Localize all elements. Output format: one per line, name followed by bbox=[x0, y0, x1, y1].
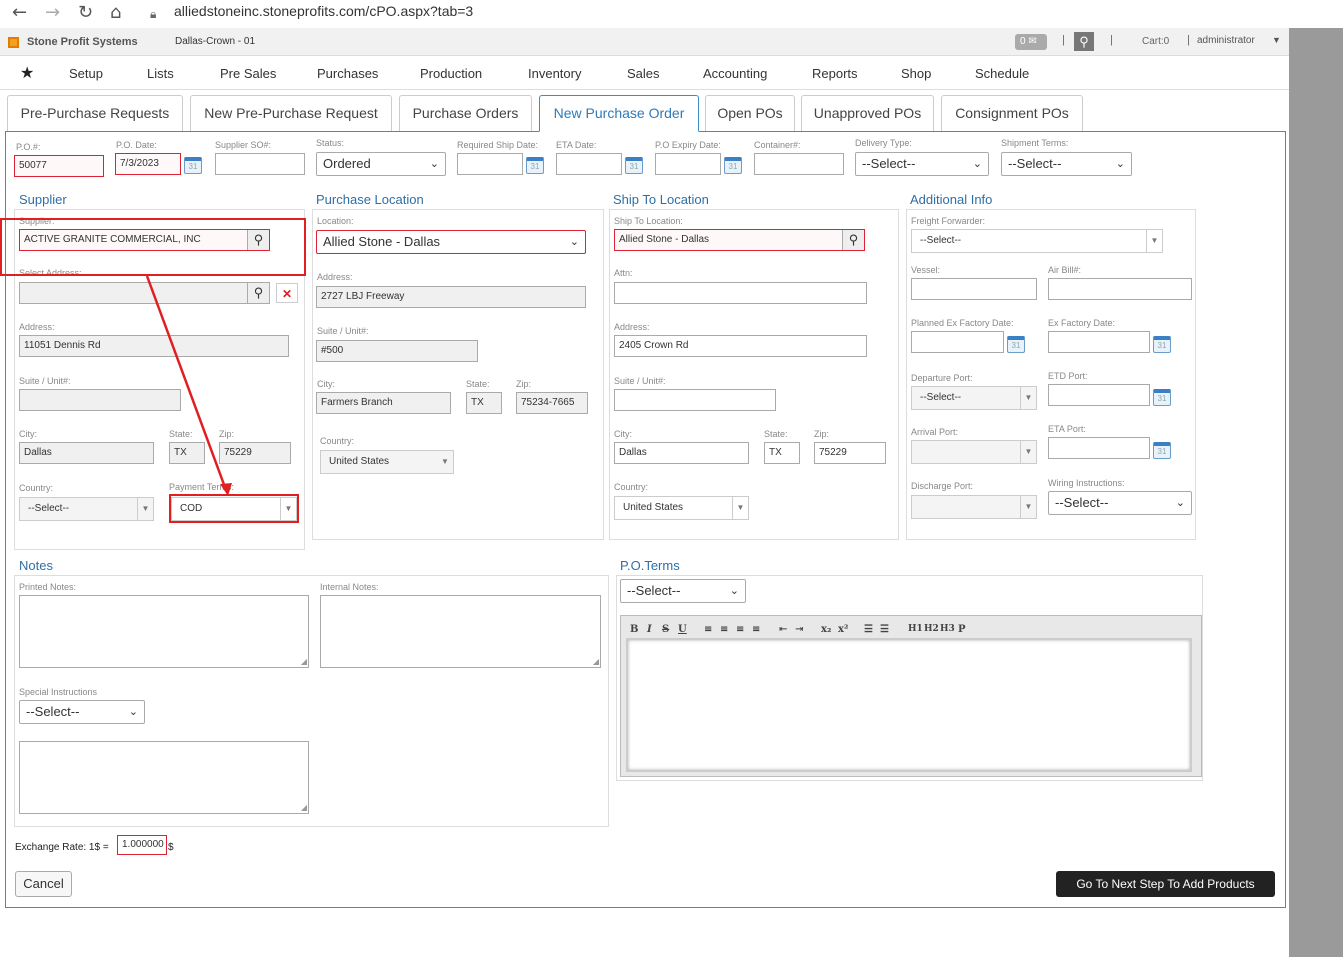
tab-new-purchase-order[interactable]: New Purchase Order bbox=[539, 95, 699, 132]
annotation-arrowhead bbox=[220, 483, 232, 496]
annotation-arrow bbox=[145, 275, 232, 496]
annotation-arrow-line bbox=[145, 275, 228, 491]
